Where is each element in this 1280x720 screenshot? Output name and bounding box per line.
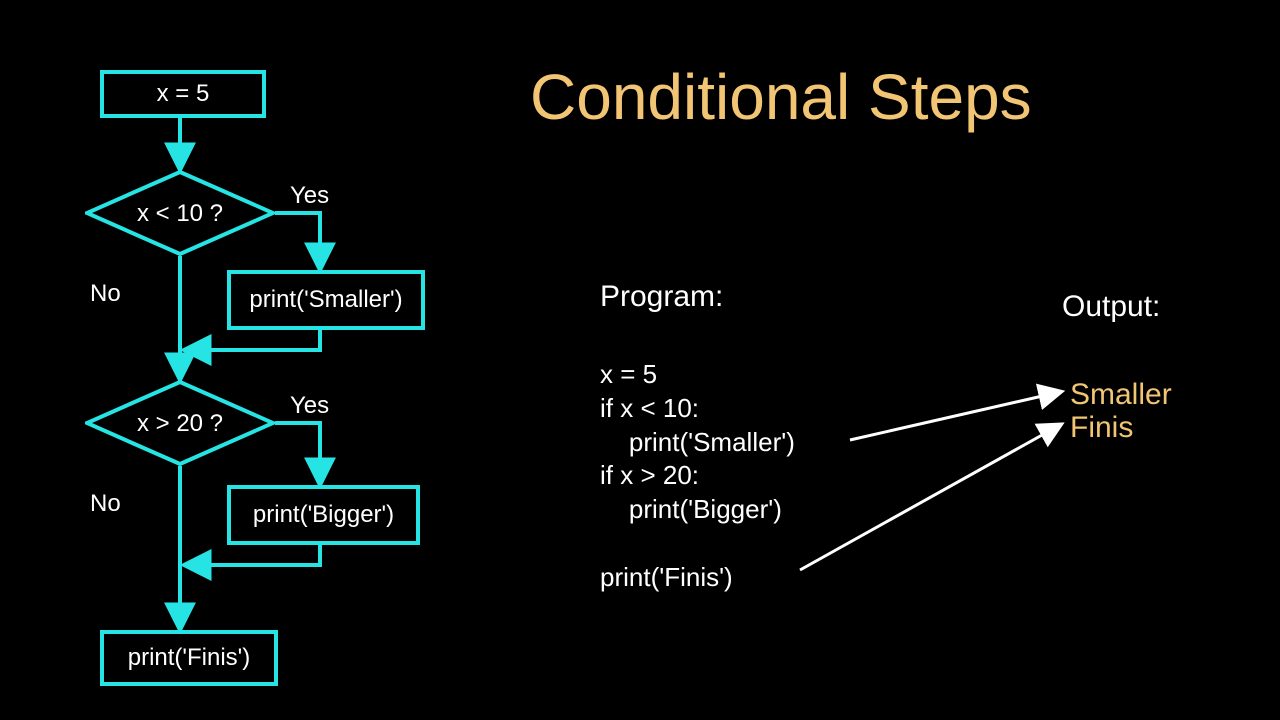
flow-no2-label: No [90,490,121,518]
flow-action1-label: print('Smaller') [249,288,402,312]
page-title: Conditional Steps [530,60,1032,134]
flow-action2-label: print('Bigger') [253,503,394,527]
flow-yes1-label: Yes [290,182,329,210]
flow-start-label: x = 5 [157,82,210,106]
flow-no1-label: No [90,280,121,308]
flow-action2-box: print('Bigger') [227,485,420,545]
flow-decision2: x > 20 ? [85,380,275,466]
flow-action1-box: print('Smaller') [227,270,425,330]
flow-decision1: x < 10 ? [85,170,275,256]
output-lines: Smaller Finis [1070,378,1172,444]
flow-start-box: x = 5 [100,70,266,118]
flow-decision1-label: x < 10 ? [85,200,275,228]
program-code: x = 5 if x < 10: print('Smaller') if x >… [600,358,795,595]
flow-yes2-label: Yes [290,392,329,420]
program-label: Program: [600,280,723,314]
output-label: Output: [1062,290,1160,324]
flow-final-label: print('Finis') [128,646,251,670]
flow-final-box: print('Finis') [100,630,278,686]
flow-decision2-label: x > 20 ? [85,410,275,438]
